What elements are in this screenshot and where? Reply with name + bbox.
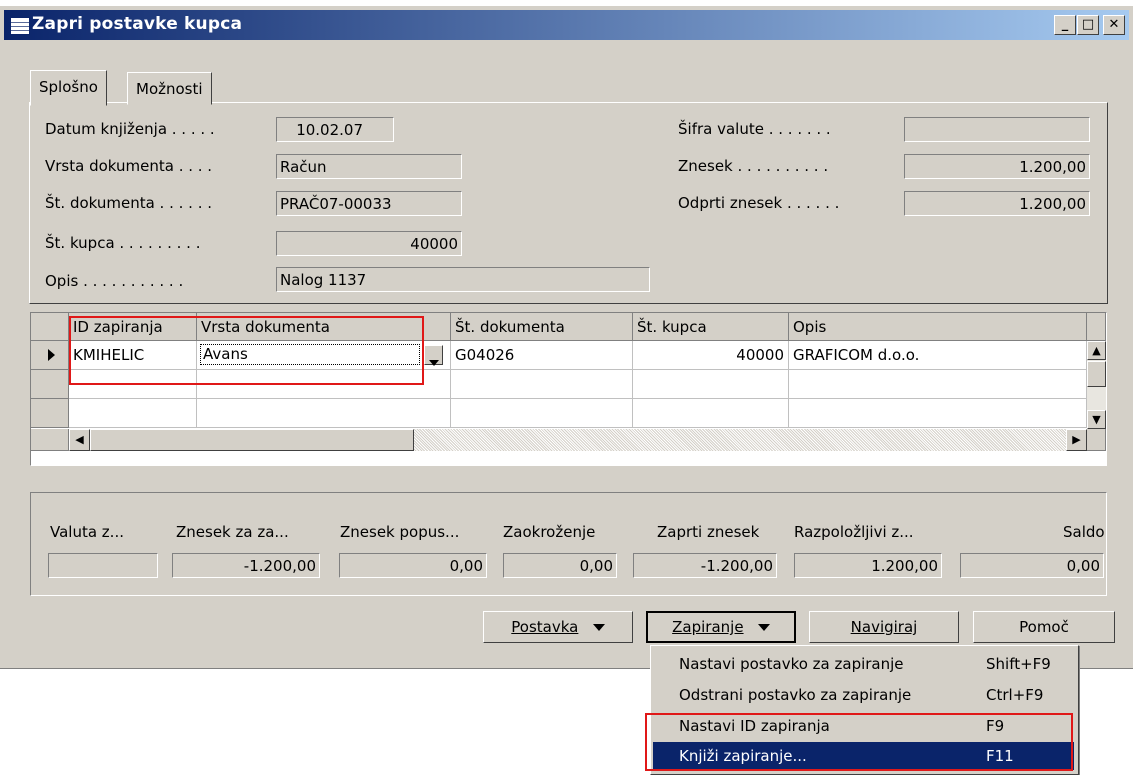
- horizontal-scrollbar[interactable]: ◀ ▶: [69, 429, 1087, 451]
- menu-item-label: Nastavi postavko za zapiranje: [679, 655, 904, 673]
- scroll-corner: [31, 429, 69, 451]
- close-button[interactable]: ✕: [1103, 15, 1125, 35]
- navigiraj-label: Navigiraj: [850, 618, 918, 636]
- row-selector[interactable]: [31, 341, 69, 370]
- vertical-scrollbar[interactable]: ▲ ▼: [1087, 341, 1106, 429]
- highlight-menu-items: [645, 713, 1073, 771]
- total-zaokrozenje-field[interactable]: 0,00: [503, 553, 617, 578]
- empty-cell[interactable]: [451, 370, 633, 399]
- title-bar[interactable]: Zapri postavke kupca _ □ ✕: [4, 10, 1129, 40]
- postavka-button[interactable]: Postavka: [483, 611, 633, 643]
- empty-cell[interactable]: [451, 399, 633, 428]
- menu-item-shortcut: Ctrl+F9: [986, 686, 1044, 704]
- scroll-corner: [1087, 429, 1106, 451]
- maximize-button[interactable]: □: [1077, 15, 1099, 35]
- chevron-down-icon: [428, 359, 439, 366]
- scroll-thumb[interactable]: [1087, 361, 1106, 387]
- odprti-znesek-label: Odprti znesek . . . . . .: [678, 194, 840, 212]
- empty-cell[interactable]: [789, 370, 1087, 399]
- st-kupca-field[interactable]: 40000: [276, 231, 462, 256]
- total-label-znesek-za: Znesek za za...: [176, 523, 289, 541]
- opis-label: Opis . . . . . . . . . . .: [45, 272, 184, 290]
- row-selector[interactable]: [31, 399, 69, 428]
- datum-field[interactable]: 10.02.07: [276, 117, 394, 142]
- totals-group: [30, 492, 1107, 596]
- empty-cell[interactable]: [633, 399, 789, 428]
- scroll-up-button[interactable]: ▲: [1087, 341, 1106, 360]
- pomoc-button[interactable]: Pomoč: [973, 611, 1115, 643]
- zapiranje-button[interactable]: Zapiranje: [646, 611, 796, 643]
- minimize-button[interactable]: _: [1054, 15, 1076, 35]
- znesek-field[interactable]: 1.200,00: [904, 154, 1090, 179]
- total-znesek-popus-field[interactable]: 0,00: [339, 553, 487, 578]
- form-icon: [10, 17, 30, 35]
- col-header-opis[interactable]: Opis: [789, 313, 1087, 341]
- highlight-columns: [69, 316, 424, 385]
- col-header-end: [1087, 313, 1106, 341]
- total-label-znesek-popus: Znesek popus...: [340, 523, 460, 541]
- st-kupca-label: Št. kupca . . . . . . . . .: [45, 234, 201, 252]
- total-label-zaprti-znesek: Zaprti znesek: [657, 523, 760, 541]
- menu-item-shortcut: Shift+F9: [986, 655, 1051, 673]
- col-header-st-dokumenta[interactable]: Št. dokumenta: [451, 313, 633, 341]
- navigiraj-button[interactable]: Navigiraj: [809, 611, 959, 643]
- tab-moznosti[interactable]: Možnosti: [127, 72, 212, 105]
- total-valuta-field[interactable]: [48, 553, 158, 578]
- scroll-thumb-horizontal[interactable]: [90, 429, 414, 451]
- grid-corner: [31, 313, 69, 341]
- total-label-zaokrozenje: Zaokroženje: [503, 523, 596, 541]
- znesek-label: Znesek . . . . . . . . . .: [678, 157, 829, 175]
- opis-field[interactable]: Nalog 1137: [276, 267, 650, 292]
- total-saldo-field[interactable]: 0,00: [960, 553, 1104, 578]
- menu-item-nastavi-postavko[interactable]: Nastavi postavko za zapiranje Shift+F9: [653, 650, 1074, 678]
- scroll-right-button[interactable]: ▶: [1066, 429, 1087, 451]
- window-title: Zapri postavke kupca: [32, 14, 243, 34]
- odprti-znesek-field[interactable]: 1.200,00: [904, 191, 1090, 216]
- current-row-icon: [48, 349, 55, 361]
- sifra-valute-label: Šifra valute . . . . . . .: [678, 120, 831, 138]
- col-header-st-kupca[interactable]: Št. kupca: [633, 313, 789, 341]
- total-zaprti-znesek-field[interactable]: -1.200,00: [633, 553, 777, 578]
- st-dokumenta-label: Št. dokumenta . . . . . .: [45, 194, 213, 212]
- st-dokumenta-field[interactable]: PRAČ07-00033: [276, 191, 462, 216]
- empty-cell[interactable]: [69, 399, 197, 428]
- empty-cell[interactable]: [197, 399, 451, 428]
- chevron-down-icon: [592, 624, 605, 631]
- chevron-down-icon: [757, 624, 770, 631]
- cell-st-dokumenta[interactable]: G04026: [451, 341, 633, 370]
- total-label-saldo: Saldo: [1063, 523, 1105, 541]
- cell-st-kupca[interactable]: 40000: [633, 341, 789, 370]
- tab-splosno[interactable]: Splošno: [30, 70, 107, 106]
- datum-label: Datum knjiženja . . . . .: [45, 120, 215, 138]
- vrsta-field[interactable]: Račun: [276, 154, 462, 179]
- vrsta-label: Vrsta dokumenta . . . .: [45, 157, 213, 175]
- total-razpolozljivi-field[interactable]: 1.200,00: [794, 553, 942, 578]
- zapiranje-label: Zapiranje: [672, 618, 744, 636]
- empty-cell[interactable]: [789, 399, 1087, 428]
- cell-opis[interactable]: GRAFICOM d.o.o.: [789, 341, 1087, 370]
- dropdown-button[interactable]: [424, 345, 443, 366]
- postavka-label: Postavka: [511, 618, 579, 636]
- row-selector[interactable]: [31, 370, 69, 399]
- menu-item-odstrani-postavko[interactable]: Odstrani postavko za zapiranje Ctrl+F9: [653, 681, 1074, 709]
- menu-item-label: Odstrani postavko za zapiranje: [679, 686, 912, 704]
- scroll-left-button[interactable]: ◀: [69, 429, 90, 451]
- sifra-valute-field[interactable]: [904, 117, 1090, 142]
- total-znesek-za-field[interactable]: -1.200,00: [172, 553, 320, 578]
- total-label-razpolozljivi: Razpoložljivi z...: [794, 523, 914, 541]
- total-label-valuta: Valuta z...: [50, 523, 124, 541]
- empty-cell[interactable]: [633, 370, 789, 399]
- scroll-down-button[interactable]: ▼: [1087, 410, 1106, 429]
